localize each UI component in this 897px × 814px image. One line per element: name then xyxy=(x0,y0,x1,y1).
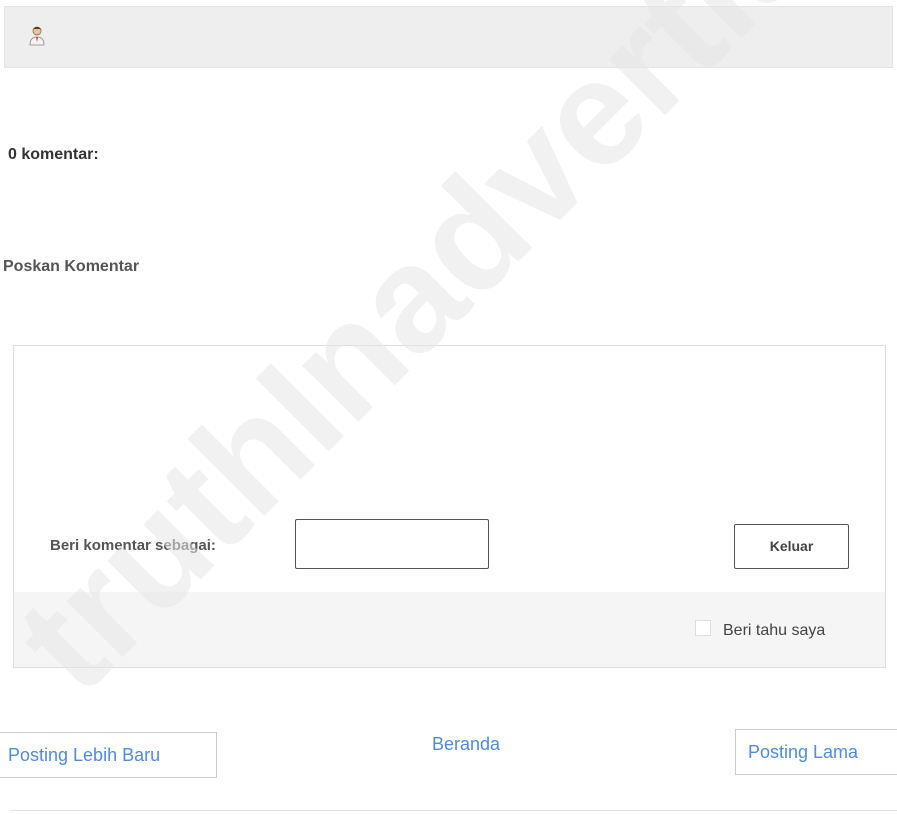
comment-as-label: Beri komentar sebagai: xyxy=(50,537,216,554)
home-link[interactable]: Beranda xyxy=(432,734,500,755)
comment-count: 0 komentar: xyxy=(8,146,99,163)
notify-label[interactable]: Beri tahu saya xyxy=(723,622,825,640)
user-avatar-icon[interactable] xyxy=(27,25,47,47)
profile-bar xyxy=(4,6,893,68)
form-footer: Beri tahu saya xyxy=(14,592,885,667)
newer-post-link[interactable]: Posting Lebih Baru xyxy=(0,732,217,778)
post-comment-heading: Poskan Komentar xyxy=(3,258,140,275)
older-post-link[interactable]: Posting Lama xyxy=(735,729,897,775)
signout-button[interactable]: Keluar xyxy=(734,524,849,569)
notify-checkbox[interactable] xyxy=(695,620,711,636)
identity-select[interactable] xyxy=(295,519,489,569)
footer-divider xyxy=(10,810,897,811)
comment-form: Beri komentar sebagai: Keluar Beri tahu … xyxy=(13,345,886,668)
